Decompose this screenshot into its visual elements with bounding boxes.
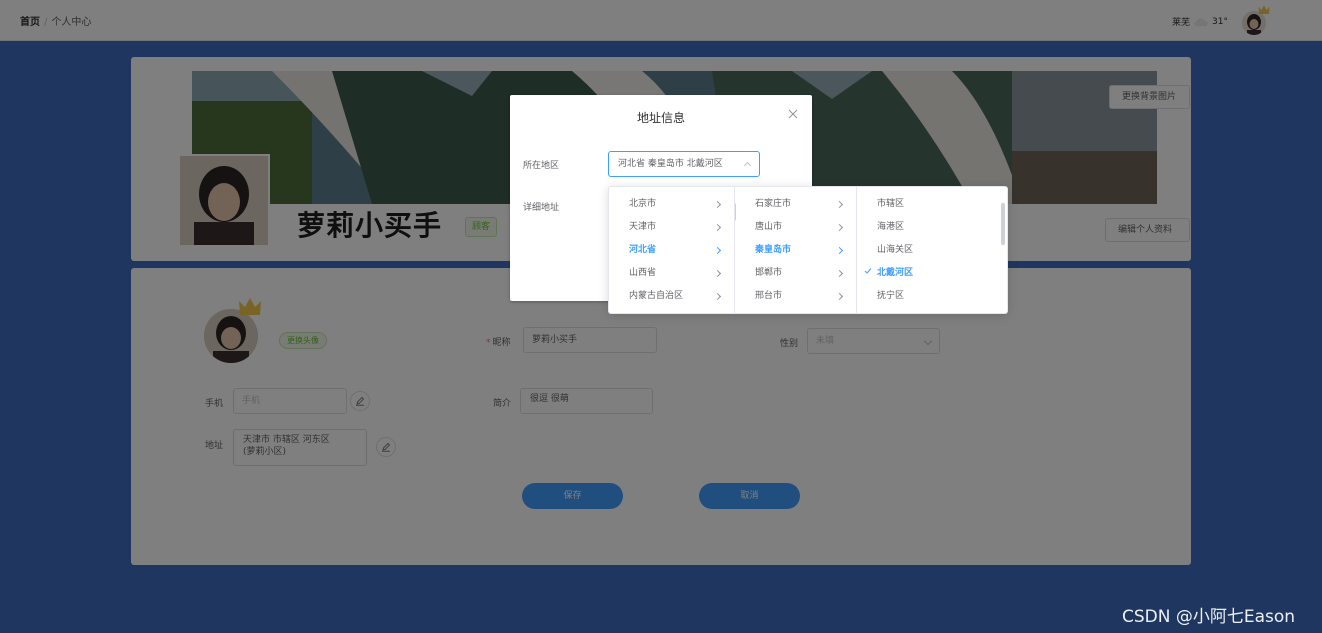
cascader-option-label: 天津市 (629, 222, 657, 232)
chevron-right-icon (835, 200, 844, 209)
cascader-option-label: 北戴河区 (877, 268, 914, 278)
cascader-option[interactable]: 邢台市 (735, 285, 856, 308)
cascader-option-label: 市辖区 (877, 199, 905, 209)
cascader-option-label: 山海关区 (877, 245, 914, 255)
region-label: 所在地区 (523, 161, 560, 171)
cascader-option[interactable]: 抚宁区 (857, 285, 1007, 308)
cascader-option[interactable]: 山西省 (609, 262, 734, 285)
detail-address-label: 详细地址 (523, 203, 560, 213)
cascader-option-label: 秦皇岛市 (755, 245, 792, 255)
chevron-right-icon (713, 223, 722, 232)
city-menu: 石家庄市唐山市秦皇岛市邯郸市邢台市 (735, 187, 857, 313)
cascader-option[interactable]: 山海关区 (857, 239, 1007, 262)
cascader-option-label: 海港区 (877, 222, 905, 232)
chevron-right-icon (713, 246, 722, 255)
cascader-option[interactable]: 内蒙古自治区 (609, 285, 734, 308)
cascader-option[interactable]: 石家庄市 (735, 193, 856, 216)
cascader-option-label: 抚宁区 (877, 291, 905, 301)
chevron-right-icon (713, 292, 722, 301)
watermark: CSDN @小阿七Eason (1122, 607, 1296, 627)
cascader-option-label: 北京市 (629, 199, 657, 209)
cascader-option[interactable]: 河北省 (609, 239, 734, 262)
cascader-option[interactable]: 天津市 (609, 216, 734, 239)
cascader-option-label: 石家庄市 (755, 199, 792, 209)
chevron-up-icon (743, 161, 752, 170)
chevron-right-icon (835, 269, 844, 278)
cascader-option[interactable]: 北京市 (609, 193, 734, 216)
cascader-option-label: 内蒙古自治区 (629, 291, 684, 301)
cascader-option[interactable]: 市辖区 (857, 193, 1007, 216)
cascader-option[interactable]: 邯郸市 (735, 262, 856, 285)
region-value: 河北省 秦皇岛市 北戴河区 (618, 159, 723, 169)
district-menu: 市辖区海港区山海关区北戴河区抚宁区 (857, 187, 1007, 313)
chevron-right-icon (835, 246, 844, 255)
region-cascader-panel: 北京市天津市河北省山西省内蒙古自治区 石家庄市唐山市秦皇岛市邯郸市邢台市 市辖区… (608, 186, 1008, 314)
region-cascader-input[interactable]: 河北省 秦皇岛市 北戴河区 (608, 151, 760, 177)
chevron-right-icon (835, 292, 844, 301)
dialog-title: 地址信息 (636, 111, 685, 125)
cascader-option-label: 邢台市 (755, 291, 783, 301)
cascader-option[interactable]: 秦皇岛市 (735, 239, 856, 262)
cascader-option[interactable]: 海港区 (857, 216, 1007, 239)
chevron-right-icon (835, 223, 844, 232)
check-icon (864, 268, 872, 274)
cascader-option[interactable]: 北戴河区 (857, 262, 1007, 285)
province-menu: 北京市天津市河北省山西省内蒙古自治区 (609, 187, 735, 313)
cascader-option-label: 唐山市 (755, 222, 783, 232)
chevron-right-icon (713, 200, 722, 209)
cascader-option-label: 邯郸市 (755, 268, 783, 278)
scrollbar[interactable] (735, 203, 736, 221)
cascader-option-label: 山西省 (629, 268, 657, 278)
scrollbar[interactable] (1001, 203, 1005, 245)
close-icon[interactable] (788, 109, 798, 119)
cascader-option-label: 河北省 (629, 245, 657, 255)
chevron-right-icon (713, 269, 722, 278)
cascader-option[interactable]: 唐山市 (735, 216, 856, 239)
